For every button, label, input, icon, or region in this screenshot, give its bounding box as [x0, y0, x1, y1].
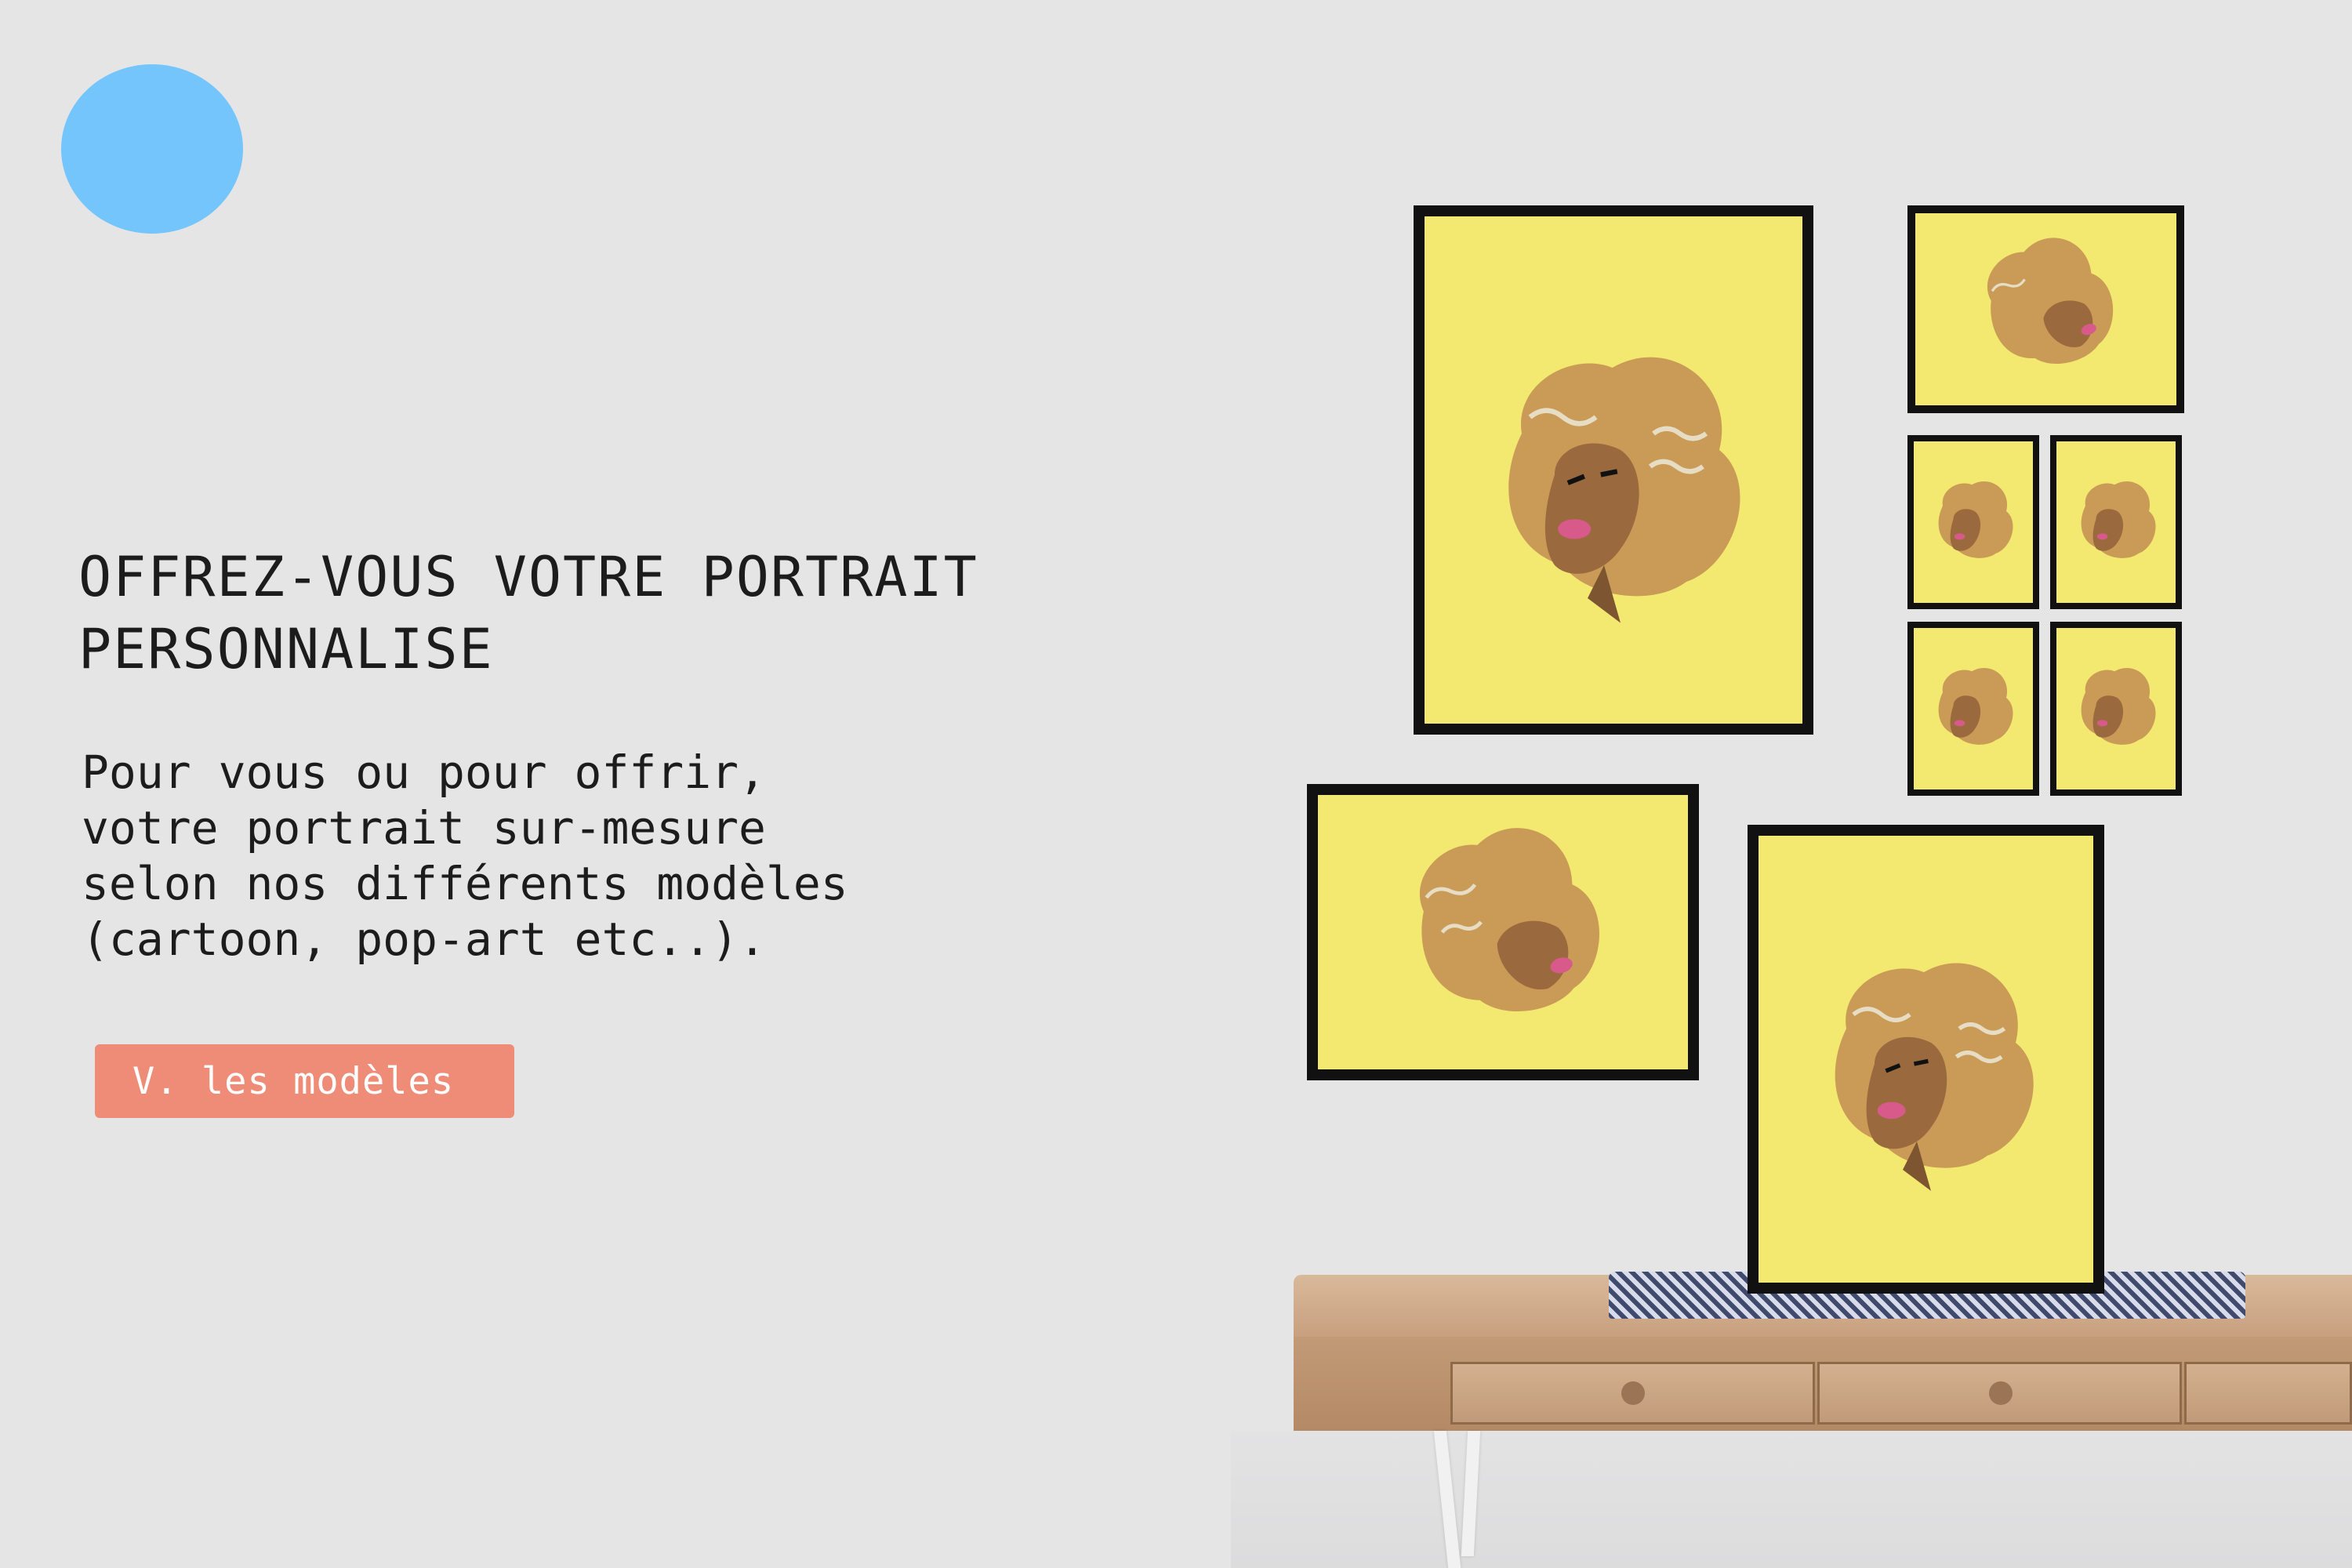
hero-title-line-1: OFFREZ-VOUS VOTRE PORTRAIT — [78, 545, 978, 609]
portrait-illustration-icon — [1938, 481, 2013, 558]
portrait-art — [1318, 795, 1688, 1069]
view-models-button[interactable]: V. les modèles — [95, 1044, 514, 1118]
hero-text-line-2: votre portrait sur-mesure — [82, 801, 766, 855]
hero-text-line-3: selon nos différents modèles — [82, 857, 848, 910]
portrait-frame-mini-4 — [2050, 622, 2182, 796]
portrait-frame-mini-3 — [1907, 622, 2039, 796]
desk-drawer-right — [2184, 1362, 2352, 1425]
portrait-art — [1914, 441, 2033, 603]
portrait-illustration-icon — [2081, 667, 2156, 745]
hero-title: OFFREZ-VOUS VOTRE PORTRAIT PERSONNALISE — [78, 541, 1176, 685]
portrait-frame-small-top — [1907, 205, 2184, 413]
portrait-art — [1915, 213, 2176, 405]
hero-text-line-1: Pour vous ou pour offrir, — [82, 746, 766, 799]
portrait-frame-large-desk — [1748, 825, 2104, 1294]
hero-text-line-4: (cartoon, pop-art etc..). — [82, 913, 766, 966]
desk-knob — [1621, 1381, 1645, 1405]
hero-description: Pour vous ou pour offrir, votre portrait… — [82, 745, 1101, 967]
portrait-art — [1425, 216, 1802, 724]
portrait-illustration-icon — [1508, 357, 1740, 623]
portrait-illustration-icon — [2081, 481, 2156, 558]
portrait-frame-landscape — [1307, 784, 1699, 1080]
portrait-frame-mini-2 — [2050, 435, 2182, 609]
portrait-illustration-icon — [1419, 828, 1599, 1012]
portrait-frame-mini-1 — [1907, 435, 2039, 609]
portrait-illustration-icon — [1987, 238, 2114, 364]
hero-title-line-2: PERSONNALISE — [78, 617, 494, 681]
portrait-art — [2056, 441, 2176, 603]
portrait-art — [2056, 628, 2176, 789]
portrait-art — [1759, 836, 2093, 1283]
desk-knob — [1989, 1381, 2013, 1405]
floor-area — [1231, 1431, 2352, 1568]
portrait-art — [1914, 628, 2033, 789]
circle-logo-icon[interactable] — [61, 64, 243, 234]
portrait-illustration-icon — [1835, 963, 2034, 1191]
portrait-frame-large-top — [1414, 205, 1813, 735]
portrait-illustration-icon — [1938, 667, 2013, 745]
